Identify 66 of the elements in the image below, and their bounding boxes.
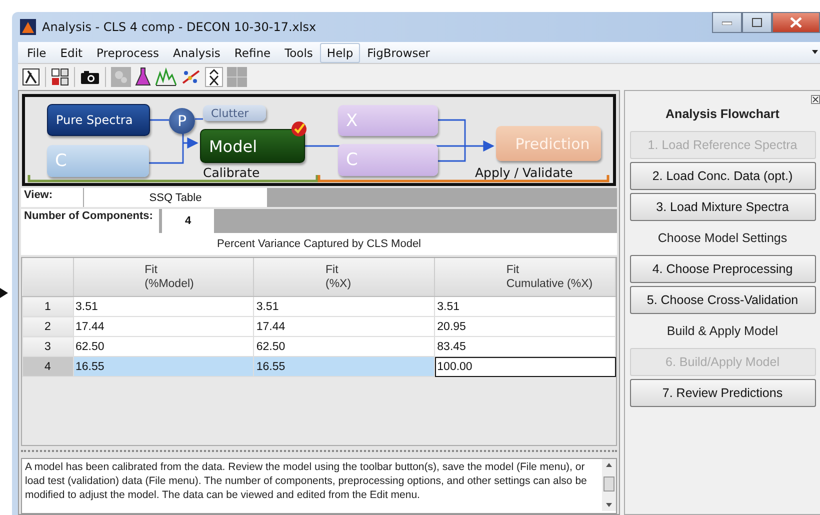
status-message: A model has been calibrated from the data. Review the model using the toolbar button(s), save the model (File menu), or load test (validation) data (File menu). The number of components, preprocessing options, and other settings can also be modified to adjust the model. The data can be viewed and edited from the Edit menu. bbox=[24, 460, 588, 503]
view-field[interactable]: SSQ Table bbox=[84, 188, 267, 207]
flow-node[interactable]: Model bbox=[200, 129, 305, 163]
menu-item[interactable]: Analysis bbox=[166, 42, 228, 62]
row-header[interactable]: 3 bbox=[22, 336, 73, 356]
maximize-icon bbox=[752, 18, 762, 27]
column-header[interactable]: Fit Cumulative (%X) bbox=[434, 258, 616, 296]
table-cell[interactable]: 100.00 bbox=[434, 356, 616, 376]
view-label: View: bbox=[21, 188, 83, 207]
step-button[interactable]: 3. Load Mixture Spectra bbox=[630, 193, 816, 221]
peaks-icon[interactable] bbox=[155, 67, 177, 87]
row-header[interactable]: 2 bbox=[22, 316, 73, 336]
caret-icon[interactable] bbox=[812, 50, 818, 54]
step-button[interactable]: 2. Load Conc. Data (opt.) bbox=[630, 162, 816, 190]
components-field[interactable]: 4 bbox=[162, 209, 214, 233]
row-header[interactable]: 4 bbox=[22, 356, 73, 376]
table-cell[interactable]: 3.51 bbox=[254, 296, 435, 316]
close-icon bbox=[790, 17, 802, 28]
table-cell[interactable]: 83.45 bbox=[434, 336, 616, 356]
table-cell[interactable]: 17.44 bbox=[254, 316, 435, 336]
step-button[interactable]: 5. Choose Cross-Validation bbox=[630, 286, 816, 314]
flow-node[interactable]: P bbox=[169, 108, 195, 134]
flask-icon[interactable] bbox=[135, 67, 151, 87]
table-cell[interactable]: 62.50 bbox=[73, 336, 254, 356]
menu-item[interactable]: FigBrowser bbox=[360, 42, 438, 62]
table-cell[interactable]: 3.51 bbox=[73, 296, 254, 316]
menu-item[interactable]: Edit bbox=[53, 42, 90, 62]
camera-icon[interactable] bbox=[80, 68, 100, 86]
table-cell[interactable]: 3.51 bbox=[434, 296, 616, 316]
menu-item[interactable]: File bbox=[20, 42, 54, 62]
minimize-icon bbox=[722, 20, 732, 24]
maximize-button[interactable] bbox=[742, 12, 772, 33]
x-hat-icon[interactable] bbox=[205, 67, 223, 87]
step-heading: Build & Apply Model bbox=[666, 323, 778, 340]
menu-item[interactable]: Refine bbox=[227, 42, 278, 62]
menu-item[interactable]: Preprocess bbox=[90, 42, 166, 62]
menu-item[interactable]: Help bbox=[320, 42, 360, 62]
step-heading: Choose Model Settings bbox=[658, 230, 788, 247]
swap-icon[interactable] bbox=[51, 68, 69, 86]
section-label: Apply / Validate bbox=[475, 165, 573, 180]
scrollbar-drawing[interactable] bbox=[602, 459, 616, 511]
window-title: Analysis - CLS 4 comp - DECON 10-30-17.xlsx bbox=[42, 20, 318, 34]
corner-header bbox=[22, 258, 73, 296]
row-header[interactable]: 1 bbox=[22, 296, 73, 316]
column-header[interactable]: Fit (%X) bbox=[254, 258, 435, 296]
flow-node[interactable]: Pure Spectra bbox=[47, 104, 150, 136]
column-header[interactable]: Fit (%Model) bbox=[73, 258, 254, 296]
step-button[interactable]: 4. Choose Preprocessing bbox=[630, 255, 816, 283]
table-cell[interactable]: 16.55 bbox=[254, 356, 435, 376]
table-cell[interactable]: 62.50 bbox=[254, 336, 435, 356]
close-icon[interactable] bbox=[811, 95, 820, 104]
flow-node[interactable]: Clutter bbox=[203, 105, 266, 121]
menu-item[interactable]: Tools bbox=[278, 42, 320, 62]
app-logo-icon bbox=[20, 19, 36, 35]
step-button[interactable]: 7. Review Predictions bbox=[630, 379, 816, 407]
close-button[interactable] bbox=[772, 12, 820, 33]
section-label: Calibrate bbox=[203, 165, 260, 180]
components-label: Number of Components: bbox=[21, 209, 159, 233]
table-cell[interactable]: 17.44 bbox=[73, 316, 254, 336]
table-cell[interactable]: 20.95 bbox=[434, 316, 616, 336]
minimize-button[interactable] bbox=[712, 12, 742, 33]
table-cell[interactable]: 16.55 bbox=[73, 356, 254, 376]
lambda-icon[interactable] bbox=[22, 68, 40, 86]
pointer-arrow-icon bbox=[0, 288, 8, 298]
table-title: Percent Variance Captured by CLS Model bbox=[21, 233, 617, 255]
panel-title: Analysis Flowchart bbox=[666, 107, 780, 121]
